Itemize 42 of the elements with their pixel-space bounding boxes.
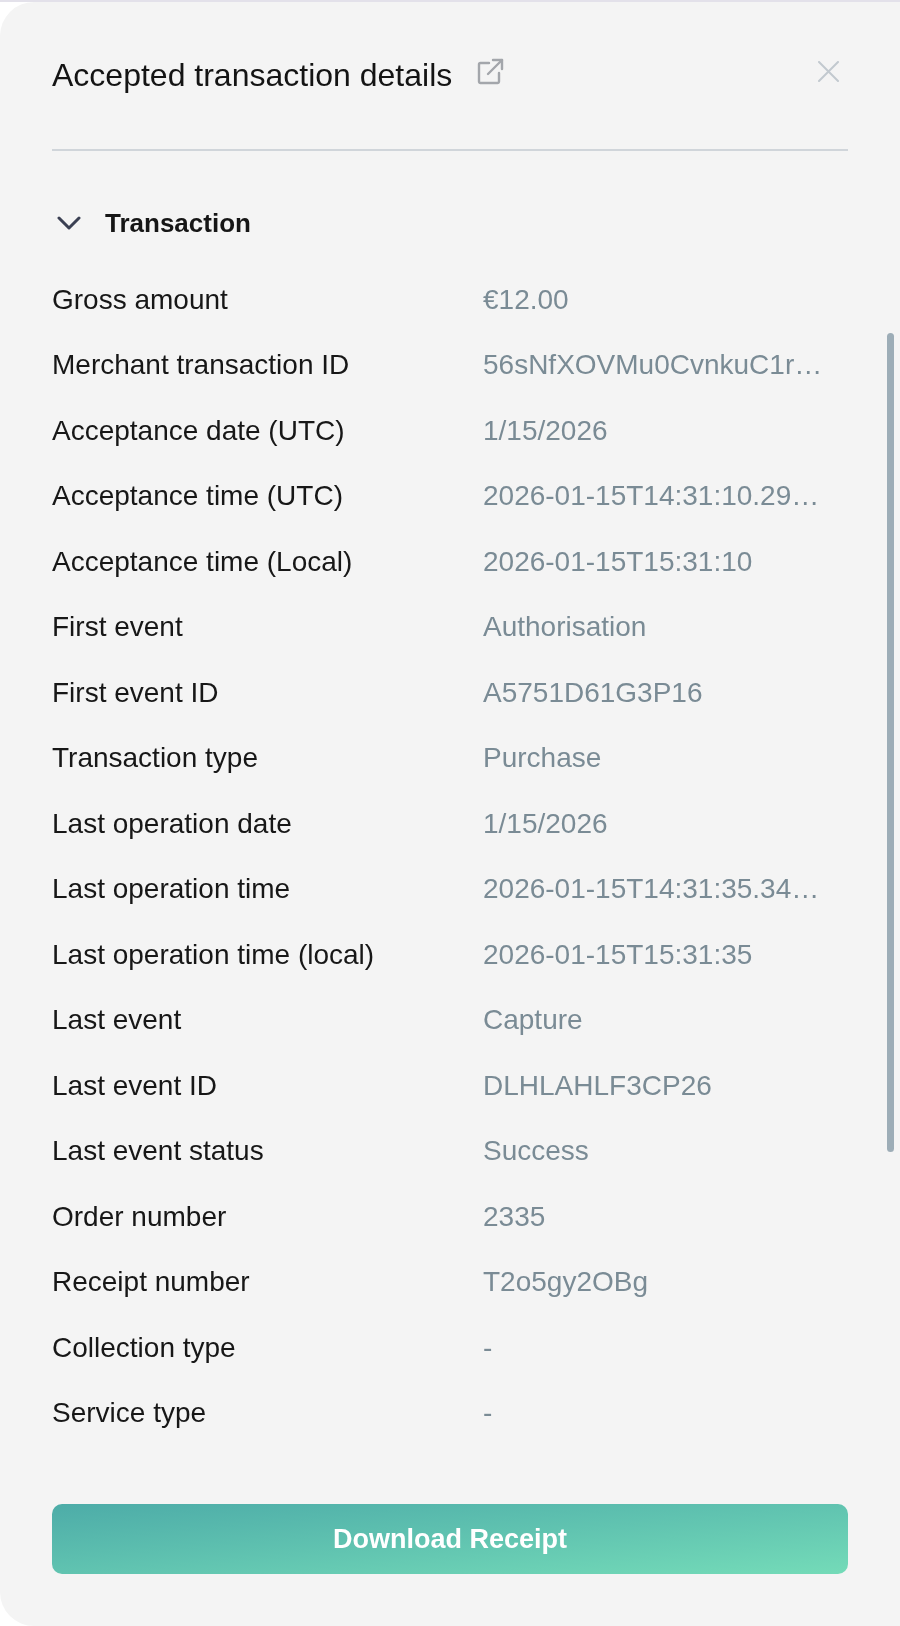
detail-value: 1/15/2026 [483,806,608,841]
detail-value: 2026-01-15T14:31:10.29… [483,479,820,514]
detail-value: 2026-01-15T14:31:35.34… [483,872,820,907]
detail-label: Service type [52,1397,207,1429]
detail-value: - [483,1396,493,1431]
detail-value: 1/15/2026 [483,413,608,448]
detail-label: Receipt number [52,1266,250,1298]
detail-value: - [483,1330,493,1365]
external-link-icon[interactable] [476,58,505,86]
detail-label: Order number [52,1200,227,1232]
detail-value: €12.00 [483,282,569,317]
detail-label: Merchant transaction ID [52,349,350,381]
chevron-down-icon [57,216,81,230]
detail-value: 56sNfXOVMu0CvnkuC1r… [483,348,823,383]
detail-label: First event ID [52,676,219,708]
detail-label: Last event ID [52,1069,217,1101]
detail-value: 2026-01-15T15:31:35 [483,937,753,972]
detail-value: Success [483,1134,589,1169]
detail-value: Capture [483,1003,583,1038]
detail-label: First event [52,611,183,643]
detail-label: Gross amount [52,283,228,315]
detail-value: 2335 [483,1199,546,1234]
detail-value: DLHLAHLF3CP26 [483,1068,712,1103]
scrollbar-thumb[interactable] [887,333,894,1152]
detail-label: Last event [52,1004,182,1036]
detail-label: Last operation date [52,807,292,839]
detail-label: Collection type [52,1331,236,1363]
detail-label: Acceptance time (UTC) [52,480,343,512]
detail-label: Acceptance time (Local) [52,545,353,577]
detail-value: Purchase [483,741,602,776]
section-toggle[interactable]: Transaction [52,208,251,238]
detail-label: Transaction type [52,742,258,774]
detail-label: Last operation time (local) [52,938,375,970]
detail-value: T2o5gy2OBg [483,1265,648,1300]
panel-title: Accepted transaction details [52,56,453,94]
detail-label: Last event status [52,1135,264,1167]
detail-value: Authorisation [483,610,647,645]
detail-value: A5751D61G3P16 [483,675,703,710]
detail-label: Last operation time [52,873,291,905]
detail-label: Acceptance date (UTC) [52,414,345,446]
close-icon[interactable] [818,60,839,82]
detail-value: 2026-01-15T15:31:10 [483,544,753,579]
